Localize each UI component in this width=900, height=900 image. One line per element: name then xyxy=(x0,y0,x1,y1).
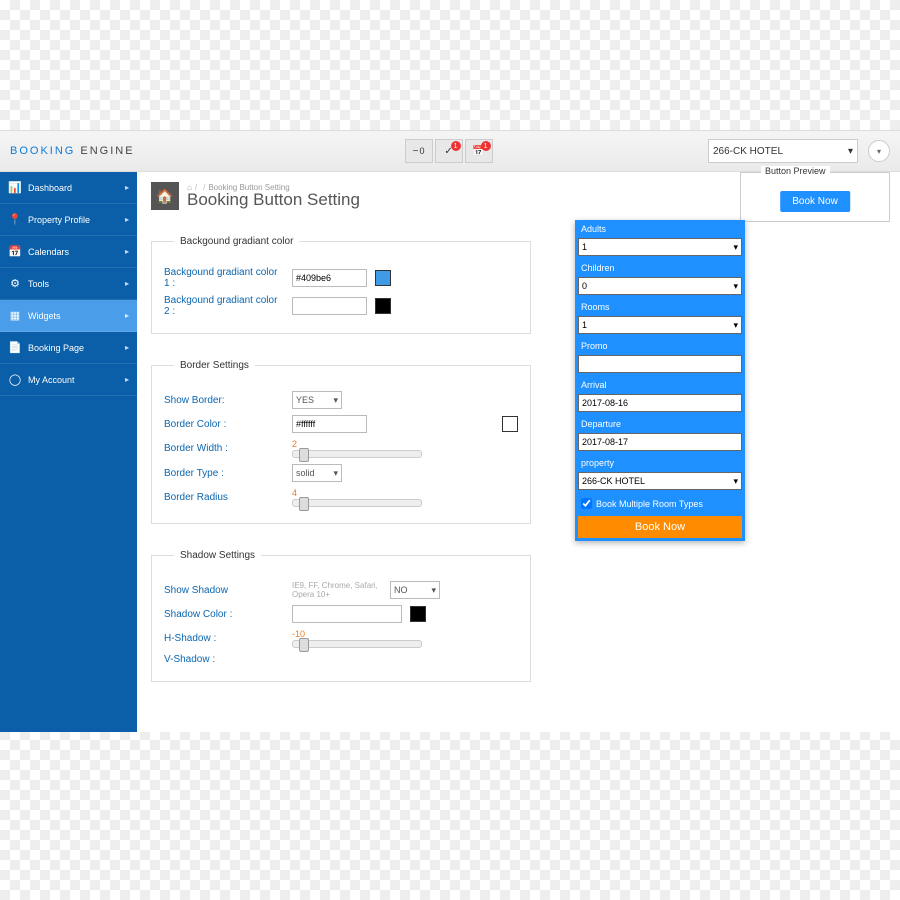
adults-select[interactable]: 1▾ xyxy=(578,238,742,256)
chevron-right-icon: ▸ xyxy=(125,311,129,320)
property-select[interactable]: 266-CK HOTEL▾ xyxy=(708,139,858,163)
sidebar-icon: ▦ xyxy=(8,309,22,322)
sidebar-icon: 📍 xyxy=(8,213,22,226)
brand-logo: BOOKING ENGINE xyxy=(10,145,135,157)
sidebar-item-calendars[interactable]: 📅Calendars▸ xyxy=(0,236,137,268)
gradient-color2-input[interactable] xyxy=(292,297,367,315)
show-shadow-select[interactable]: NO▾ xyxy=(390,581,440,599)
promo-input[interactable] xyxy=(578,355,742,373)
gradient-section: Backgound gradiant color Backgound gradi… xyxy=(151,236,531,334)
content: 🏠 ⌂//Booking Button Setting Booking Butt… xyxy=(137,172,900,732)
chevron-right-icon: ▸ xyxy=(125,215,129,224)
shadow-section: Shadow Settings Show ShadowIE9, FF, Chro… xyxy=(151,550,531,682)
shadow-color-swatch[interactable] xyxy=(410,606,426,622)
border-color-swatch[interactable] xyxy=(502,416,518,432)
gradient-color1-swatch[interactable] xyxy=(375,270,391,286)
sidebar-icon: ⚙ xyxy=(8,277,22,290)
expand-btn[interactable]: ▾ xyxy=(868,140,890,162)
sidebar: 📊Dashboard▸📍Property Profile▸📅Calendars▸… xyxy=(0,172,137,732)
sidebar-item-property-profile[interactable]: 📍Property Profile▸ xyxy=(0,204,137,236)
arrival-input[interactable]: 2017-08-16 xyxy=(578,394,742,412)
widget-book-now-button[interactable]: Book Now xyxy=(578,516,742,538)
rooms-select[interactable]: 1▾ xyxy=(578,316,742,334)
border-radius-slider[interactable] xyxy=(292,499,422,507)
sidebar-icon: 📄 xyxy=(8,341,22,354)
border-section: Border Settings Show Border:YES▾ Border … xyxy=(151,360,531,524)
h-shadow-slider[interactable] xyxy=(292,640,422,648)
shadow-color-input[interactable] xyxy=(292,605,402,623)
chevron-right-icon: ▸ xyxy=(125,279,129,288)
booking-widget: Adults 1▾ Children 0▾ Rooms 1▾ Promo Arr… xyxy=(575,220,745,541)
calendar-btn[interactable]: 📅1 xyxy=(465,139,493,163)
minimize-btn[interactable]: −0 xyxy=(405,139,433,163)
chevron-right-icon: ▸ xyxy=(125,247,129,256)
sidebar-item-widgets[interactable]: ▦Widgets▸ xyxy=(0,300,137,332)
gradient-color1-input[interactable] xyxy=(292,269,367,287)
page-title: Booking Button Setting xyxy=(187,190,360,210)
border-type-select[interactable]: solid▾ xyxy=(292,464,342,482)
sidebar-icon: 📊 xyxy=(8,181,22,194)
chevron-right-icon: ▸ xyxy=(125,375,129,384)
children-select[interactable]: 0▾ xyxy=(578,277,742,295)
widget-property-select[interactable]: 266-CK HOTEL▾ xyxy=(578,472,742,490)
chevron-right-icon: ▸ xyxy=(125,343,129,352)
departure-input[interactable]: 2017-08-17 xyxy=(578,433,742,451)
chevron-right-icon: ▸ xyxy=(125,183,129,192)
sidebar-icon: 📅 xyxy=(8,245,22,258)
home-icon[interactable]: 🏠 xyxy=(151,182,179,210)
sidebar-item-booking-page[interactable]: 📄Booking Page▸ xyxy=(0,332,137,364)
border-color-input[interactable] xyxy=(292,415,367,433)
sidebar-item-dashboard[interactable]: 📊Dashboard▸ xyxy=(0,172,137,204)
multi-room-checkbox[interactable] xyxy=(581,498,592,509)
topbar-notifications: −0 ✓1 📅1 xyxy=(405,139,493,163)
sidebar-icon: ◯ xyxy=(8,373,22,386)
sidebar-item-my-account[interactable]: ◯My Account▸ xyxy=(0,364,137,396)
gradient-color2-swatch[interactable] xyxy=(375,298,391,314)
sidebar-item-tools[interactable]: ⚙Tools▸ xyxy=(0,268,137,300)
preview-book-now-button[interactable]: Book Now xyxy=(780,191,850,212)
button-preview-panel: Button Preview Book Now xyxy=(740,172,890,222)
chevron-down-icon: ▾ xyxy=(877,147,881,156)
border-width-slider[interactable] xyxy=(292,450,422,458)
chevron-down-icon: ▾ xyxy=(848,146,853,157)
check-btn[interactable]: ✓1 xyxy=(435,139,463,163)
show-border-select[interactable]: YES▾ xyxy=(292,391,342,409)
